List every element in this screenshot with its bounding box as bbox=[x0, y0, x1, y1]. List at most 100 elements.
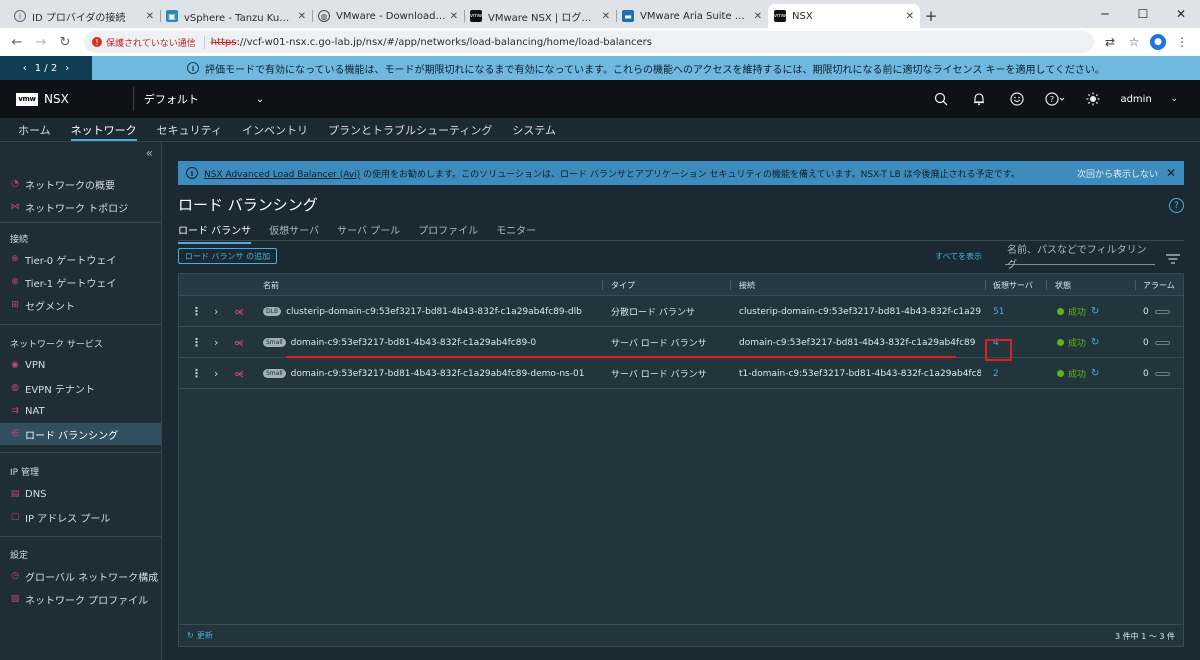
tab-monitors[interactable]: モニター bbox=[496, 222, 536, 240]
sidebar-item-dns[interactable]: ▤ DNS bbox=[0, 483, 161, 505]
column-header-connection[interactable]: 接続 bbox=[733, 274, 755, 296]
sidebar-item-network-profiles[interactable]: ▧ ネットワーク プロファイル bbox=[0, 588, 161, 610]
column-header-name[interactable]: 名前 bbox=[257, 274, 279, 296]
sidebar-item-nat[interactable]: ⇉ NAT bbox=[0, 400, 161, 422]
profile-avatar-icon[interactable]: ● bbox=[1150, 34, 1166, 50]
nav-system[interactable]: システム bbox=[502, 118, 566, 141]
nav-home[interactable]: ホーム bbox=[8, 118, 61, 141]
dns-icon: ▤ bbox=[10, 489, 20, 499]
browser-tab[interactable]: ◍ VMware - Download Kubernetes ✕ bbox=[312, 4, 464, 28]
filter-input[interactable]: 名前、パスなどでフィルタリング bbox=[1005, 245, 1155, 271]
nav-security[interactable]: セキュリティ bbox=[147, 118, 232, 141]
translate-icon[interactable]: ⇄ bbox=[1098, 35, 1122, 49]
sidebar-item-vpn[interactable]: ◉ VPN bbox=[0, 354, 161, 376]
chevron-left-icon[interactable]: ‹ bbox=[23, 63, 27, 74]
row-actions-icon[interactable]: ⋮ bbox=[191, 296, 202, 327]
refresh-button[interactable]: ↻ 更新 bbox=[187, 630, 213, 641]
add-load-balancer-button[interactable]: ロード バランサ の追加 bbox=[178, 248, 278, 264]
sidebar-item-ip-pools[interactable]: ▢ IP アドレス プール bbox=[0, 506, 161, 528]
sidebar-item-tier1-gateway[interactable]: ⊕ Tier-1 ゲートウェイ bbox=[0, 271, 161, 293]
help-icon[interactable]: ? bbox=[1036, 92, 1074, 106]
browser-tab[interactable]: vmw VMware NSX | ログイン ✕ bbox=[464, 4, 616, 28]
browser-tab-active[interactable]: vmw NSX ✕ bbox=[768, 4, 920, 28]
close-tab-icon[interactable]: ✕ bbox=[298, 11, 306, 22]
highlight-underline bbox=[286, 356, 956, 358]
refresh-status-icon[interactable]: ↻ bbox=[1091, 306, 1099, 317]
chevron-right-icon[interactable]: › bbox=[214, 327, 218, 358]
reload-icon[interactable]: ↻ bbox=[54, 31, 76, 53]
close-tab-icon[interactable]: ✕ bbox=[906, 11, 914, 22]
nav-inventory[interactable]: インベントリ bbox=[232, 118, 318, 141]
close-window-icon[interactable]: ✕ bbox=[1162, 0, 1200, 28]
search-icon[interactable] bbox=[922, 92, 960, 106]
tab-server-pools[interactable]: サーバ プール bbox=[337, 222, 400, 240]
close-tab-icon[interactable]: ✕ bbox=[146, 11, 154, 22]
sidebar-item-load-balancing[interactable]: ⋲ ロード バランシング bbox=[0, 423, 161, 445]
nat-icon: ⇉ bbox=[11, 406, 19, 416]
column-header-alarms[interactable]: アラーム bbox=[1137, 274, 1175, 296]
bell-icon[interactable] bbox=[960, 92, 998, 106]
collapse-sidebar-icon[interactable]: « bbox=[146, 146, 153, 160]
close-tab-icon[interactable]: ✕ bbox=[602, 11, 610, 22]
minimize-icon[interactable]: ─ bbox=[1086, 0, 1124, 28]
avi-link[interactable]: NSX Advanced Load Balancer (Avi) bbox=[204, 170, 360, 180]
maximize-icon[interactable]: ☐ bbox=[1124, 0, 1162, 28]
virtual-server-count-link[interactable]: 51 bbox=[993, 296, 1004, 327]
row-status: 成功 ↻ bbox=[1057, 296, 1099, 327]
new-tab-button[interactable]: + bbox=[920, 4, 942, 28]
sidebar-item-network-topology[interactable]: ⋈ ネットワーク トポロジ bbox=[0, 196, 161, 218]
row-actions-icon[interactable]: ⋮ bbox=[191, 327, 202, 358]
tab-title: VMware - Download Kubernetes bbox=[336, 10, 446, 22]
address-bar[interactable]: ! 保護されていない通信 https://vcf-w01-nsx.c.go-la… bbox=[84, 31, 1094, 53]
chevron-right-icon[interactable]: › bbox=[65, 63, 69, 74]
tab-profiles[interactable]: プロファイル bbox=[418, 222, 478, 240]
close-tab-icon[interactable]: ✕ bbox=[754, 11, 762, 22]
smiley-icon[interactable] bbox=[998, 92, 1036, 106]
sidebar-item-segments[interactable]: ⊞ セグメント bbox=[0, 294, 161, 316]
filter-icon[interactable] bbox=[1166, 250, 1180, 264]
chevron-down-icon[interactable]: ⌄ bbox=[1170, 94, 1178, 104]
dont-show-again-link[interactable]: 次回から表示しない bbox=[1077, 167, 1158, 180]
browser-tab[interactable]: ▣ vSphere - Tanzu Kubernetes クラ ✕ bbox=[160, 4, 312, 28]
load-balancer-icon bbox=[235, 327, 245, 358]
show-all-link[interactable]: すべてを表示 bbox=[935, 251, 982, 262]
browser-tab[interactable]: i ID プロバイダの接続 ✕ bbox=[8, 4, 160, 28]
nav-networking[interactable]: ネットワーク bbox=[61, 118, 147, 141]
close-tab-icon[interactable]: ✕ bbox=[450, 11, 458, 22]
column-header-type[interactable]: タイプ bbox=[605, 274, 635, 296]
tenant-selector[interactable]: デフォルト bbox=[144, 91, 256, 107]
sidebar-item-evpn-tenant[interactable]: ◍ EVPN テナント bbox=[0, 377, 161, 399]
bookmark-star-icon[interactable]: ☆ bbox=[1122, 35, 1146, 49]
sidebar-item-label: ロード バランシング bbox=[25, 430, 119, 442]
sidebar-item-tier0-gateway[interactable]: ⊕ Tier-0 ゲートウェイ bbox=[0, 248, 161, 270]
refresh-status-icon[interactable]: ↻ bbox=[1091, 368, 1099, 379]
help-icon[interactable]: ? bbox=[1169, 198, 1184, 213]
sidebar-item-global-network-config[interactable]: ◷ グローバル ネットワーク構成 bbox=[0, 565, 161, 587]
close-icon[interactable]: ✕ bbox=[1166, 166, 1176, 180]
browser-menu-icon[interactable]: ⋮ bbox=[1170, 35, 1194, 49]
chevron-down-icon[interactable]: ⌄ bbox=[256, 94, 264, 105]
alarm-bar bbox=[1154, 309, 1170, 314]
virtual-server-count-link[interactable]: 2 bbox=[993, 358, 999, 389]
security-indicator[interactable]: ! 保護されていない通信 bbox=[92, 35, 205, 49]
browser-tab[interactable]: ▬ VMware Aria Suite Lifecycle ✕ bbox=[616, 4, 768, 28]
refresh-status-icon[interactable]: ↻ bbox=[1091, 337, 1099, 348]
back-icon[interactable]: ← bbox=[6, 31, 28, 53]
column-header-status[interactable]: 状態 bbox=[1049, 274, 1071, 296]
sidebar-item-network-overview[interactable]: ◔ ネットワークの概要 bbox=[0, 173, 161, 195]
nav-plan-troubleshoot[interactable]: プランとトラブルシューティング bbox=[318, 118, 502, 141]
row-connection: clusterip-domain-c9:53ef3217-bd81-4b43-8… bbox=[739, 306, 981, 317]
tab-load-balancers[interactable]: ロード バランサ bbox=[178, 222, 252, 244]
column-header-virtual-servers[interactable]: 仮想サーバ bbox=[987, 274, 1033, 296]
forward-icon[interactable]: → bbox=[30, 31, 52, 53]
user-menu[interactable]: admin bbox=[1120, 94, 1170, 105]
tab-title: VMware Aria Suite Lifecycle bbox=[640, 10, 750, 22]
chevron-right-icon[interactable]: › bbox=[214, 296, 218, 327]
sidebar-item-label: EVPN テナント bbox=[25, 384, 95, 396]
chevron-right-icon[interactable]: › bbox=[214, 358, 218, 389]
tab-virtual-servers[interactable]: 仮想サーバ bbox=[269, 222, 319, 240]
theme-sun-icon[interactable] bbox=[1074, 92, 1112, 106]
table-row: ⋮ › Small domain-c9:53ef3217-bd81-4b43-83… bbox=[179, 327, 1183, 358]
info-icon: i bbox=[14, 10, 26, 22]
row-actions-icon[interactable]: ⋮ bbox=[191, 358, 202, 389]
